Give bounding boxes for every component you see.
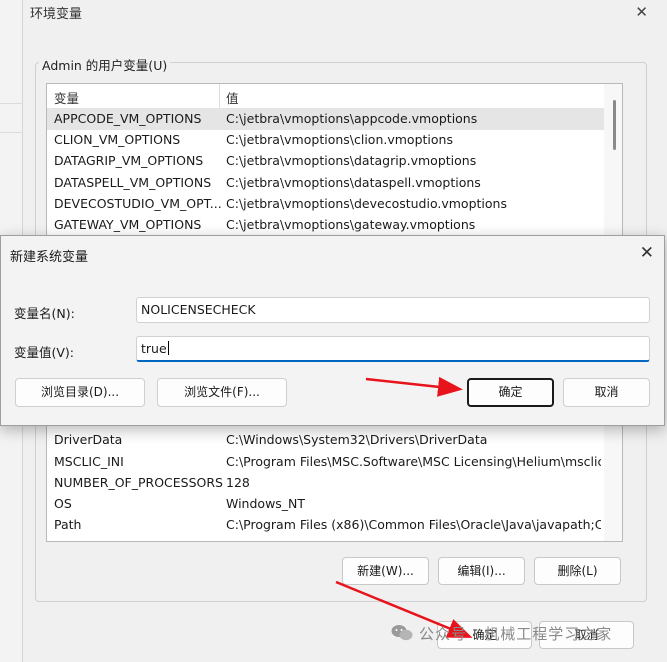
column-header-variable[interactable]: 变量 <box>54 88 79 107</box>
column-divider[interactable] <box>219 84 220 108</box>
variable-value: C:\Program Files\MSC.Software\MSC Licens… <box>226 454 601 469</box>
list-header: 变量 值 <box>47 84 604 109</box>
user-vars-group-label: Admin 的用户变量(U) <box>39 55 171 74</box>
variable-value-label: 变量值(V): <box>14 345 75 360</box>
variable-name-value: NOLICENSECHECK <box>141 302 256 317</box>
column-header-value[interactable]: 值 <box>226 88 239 107</box>
variable-name: APPCODE_VM_OPTIONS <box>54 111 202 126</box>
dialog-cancel-button[interactable]: 取消 <box>563 378 650 407</box>
window-title: 环境变量 <box>30 7 83 22</box>
variable-value: C:\jetbra\vmoptions\appcode.vmoptions <box>226 111 478 126</box>
wechat-icon <box>391 625 413 641</box>
variable-name: GATEWAY_VM_OPTIONS <box>54 217 202 232</box>
table-row[interactable]: DriverData C:\Windows\System32\Drivers\D… <box>47 430 604 451</box>
variable-value: C:\jetbra\vmoptions\dataspell.vmoptions <box>226 175 481 190</box>
variable-value: C:\jetbra\vmoptions\gateway.vmoptions <box>226 217 476 232</box>
variable-value: 128 <box>226 475 250 490</box>
table-row[interactable]: NUMBER_OF_PROCESSORS 128 <box>47 473 604 494</box>
variable-value: C:\jetbra\vmoptions\devecostudio.vmoptio… <box>226 196 507 211</box>
variable-name: NUMBER_OF_PROCESSORS <box>54 475 223 490</box>
dialog-title: 新建系统变量 <box>10 250 89 265</box>
browse-directory-button[interactable]: 浏览目录(D)... <box>15 378 145 407</box>
variable-value: C:\jetbra\vmoptions\clion.vmoptions <box>226 132 453 147</box>
table-row[interactable]: Path C:\Program Files (x86)\Common Files… <box>47 515 604 536</box>
variable-name: CLION_VM_OPTIONS <box>54 132 181 147</box>
table-row[interactable]: CLION_VM_OPTIONS C:\jetbra\vmoptions\cli… <box>47 130 604 151</box>
variable-name-field[interactable]: NOLICENSECHECK <box>136 297 650 323</box>
table-row[interactable]: APPCODE_VM_OPTIONS C:\jetbra\vmoptions\a… <box>47 109 604 130</box>
table-row[interactable]: OS Windows_NT <box>47 494 604 515</box>
variable-value-value: true <box>141 341 167 356</box>
edit-variable-button[interactable]: 编辑(I)... <box>438 557 525 585</box>
variable-name: DATAGRIP_VM_OPTIONS <box>54 153 204 168</box>
browse-file-button[interactable]: 浏览文件(F)... <box>157 378 287 407</box>
close-icon[interactable]: ✕ <box>635 3 648 21</box>
variable-name: DriverData <box>54 432 123 447</box>
table-row[interactable]: GATEWAY_VM_OPTIONS C:\jetbra\vmoptions\g… <box>47 215 604 236</box>
variable-value: C:\jetbra\vmoptions\datagrip.vmoptions <box>226 153 477 168</box>
scrollbar-thumb[interactable] <box>613 100 616 150</box>
variable-name: MSCLIC_INI <box>54 454 124 469</box>
variable-value-field[interactable]: true <box>136 336 650 362</box>
dialog-ok-button[interactable]: 确定 <box>467 378 554 407</box>
variable-name: Path <box>54 517 82 532</box>
new-system-variable-dialog: 新建系统变量 ✕ 变量名(N): NOLICENSECHECK 变量值(V): … <box>0 235 665 426</box>
variable-name: DATASPELL_VM_OPTIONS <box>54 175 212 190</box>
variable-value: Windows_NT <box>226 496 306 511</box>
delete-variable-button[interactable]: 删除(L) <box>534 557 621 585</box>
new-variable-button[interactable]: 新建(W)... <box>342 557 429 585</box>
variable-name-label: 变量名(N): <box>14 306 75 321</box>
variable-name: OS <box>54 496 72 511</box>
text-caret <box>167 341 169 355</box>
table-row[interactable]: DATAGRIP_VM_OPTIONS C:\jetbra\vmoptions\… <box>47 151 604 172</box>
watermark-text: 公众号 · 机械工程学习之家 <box>419 625 613 643</box>
table-row[interactable]: MSCLIC_INI C:\Program Files\MSC.Software… <box>47 452 604 473</box>
close-icon[interactable]: ✕ <box>640 243 654 263</box>
table-row[interactable]: DATASPELL_VM_OPTIONS C:\jetbra\vmoptions… <box>47 173 604 194</box>
background-divider <box>0 103 22 104</box>
variable-value: C:\Windows\System32\Drivers\DriverData <box>226 432 488 447</box>
table-row[interactable]: DEVECOSTUDIO_VM_OPT... C:\jetbra\vmoptio… <box>47 194 604 215</box>
background-divider <box>0 132 22 133</box>
variable-name: DEVECOSTUDIO_VM_OPT... <box>54 196 222 211</box>
variable-value: C:\Program Files (x86)\Common Files\Orac… <box>226 517 601 532</box>
